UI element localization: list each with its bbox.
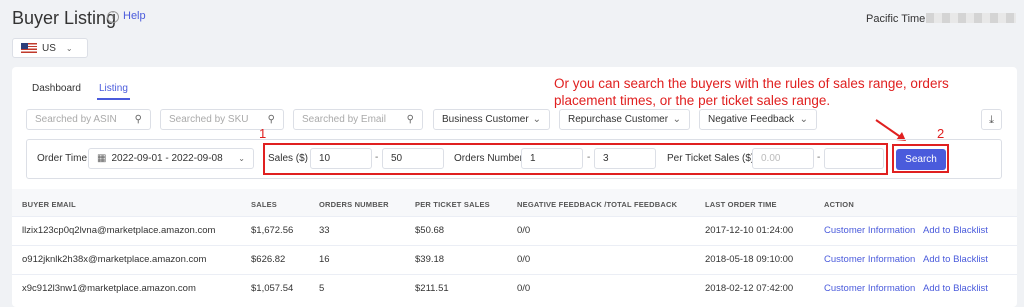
cell-sales: $626.82 bbox=[251, 254, 286, 265]
chevron-down-icon: ⌄ bbox=[799, 114, 808, 125]
negative-feedback-select[interactable]: Negative Feedback ⌄ bbox=[699, 109, 817, 130]
cell-feedback: 0/0 bbox=[517, 254, 531, 265]
search-icon: ⚲ bbox=[406, 114, 414, 125]
email-search-input[interactable]: Searched by Email ⚲ bbox=[293, 109, 423, 130]
business-customer-select[interactable]: Business Customer ⌄ bbox=[433, 109, 550, 130]
annotation-number-1: 1 bbox=[259, 126, 267, 141]
region-select[interactable]: US ⌄ bbox=[12, 38, 88, 58]
add-to-blacklist-link[interactable]: Add to Blacklist bbox=[923, 225, 988, 236]
cell-email: o912jknlk2h38x@marketplace.amazon.com bbox=[22, 254, 207, 265]
cell-email: x9c912l3nw1@marketplace.amazon.com bbox=[22, 283, 196, 294]
cell-orders: 5 bbox=[319, 283, 325, 294]
repurchase-customer-select[interactable]: Repurchase Customer ⌄ bbox=[559, 109, 690, 130]
chevron-down-icon: ⌄ bbox=[672, 114, 681, 125]
row-divider bbox=[12, 245, 1017, 246]
cell-email: llzix123cp0q2lvna@marketplace.amazon.com bbox=[22, 225, 216, 236]
active-tab-indicator bbox=[97, 98, 130, 100]
cell-per-ticket: $211.51 bbox=[415, 283, 449, 294]
info-icon[interactable]: i bbox=[107, 11, 119, 23]
cell-feedback: 0/0 bbox=[517, 283, 531, 294]
row-divider bbox=[12, 216, 1017, 217]
col-orders-number: ORDERS NUMBER bbox=[319, 200, 389, 209]
cell-last-order: 2018-05-18 09:10:00 bbox=[705, 254, 794, 265]
col-action: ACTION bbox=[824, 200, 854, 209]
col-sales: SALES bbox=[251, 200, 278, 209]
search-icon: ⚲ bbox=[267, 114, 275, 125]
order-time-value: 2022-09-01 - 2022-09-08 bbox=[111, 153, 223, 164]
search-icon: ⚲ bbox=[134, 114, 142, 125]
cell-orders: 33 bbox=[319, 225, 330, 236]
customer-information-link[interactable]: Customer Information bbox=[824, 283, 915, 294]
col-negative-feedback: NEGATIVE FEEDBACK /TOTAL FEEDBACK bbox=[517, 200, 678, 209]
help-link[interactable]: Help bbox=[123, 10, 146, 22]
cell-sales: $1,057.54 bbox=[251, 283, 294, 294]
order-time-range-picker[interactable]: ▦ 2022-09-01 - 2022-09-08 ⌄ bbox=[88, 148, 254, 169]
order-time-label: Order Time bbox=[37, 153, 88, 164]
page-title: Buyer Listing bbox=[12, 8, 117, 28]
row-divider bbox=[12, 274, 1017, 275]
chevron-down-icon: ⌄ bbox=[238, 154, 245, 163]
cell-orders: 16 bbox=[319, 254, 330, 265]
customer-information-link[interactable]: Customer Information bbox=[824, 254, 915, 265]
pacific-time-value-redacted bbox=[926, 13, 1016, 23]
chevron-down-icon: ⌄ bbox=[532, 114, 541, 125]
search-button[interactable]: Search bbox=[896, 149, 946, 170]
cell-per-ticket: $50.68 bbox=[415, 225, 445, 236]
chevron-down-icon: ⌄ bbox=[65, 43, 73, 53]
add-to-blacklist-link[interactable]: Add to Blacklist bbox=[923, 254, 988, 265]
add-to-blacklist-link[interactable]: Add to Blacklist bbox=[923, 283, 988, 294]
customer-information-link[interactable]: Customer Information bbox=[824, 225, 915, 236]
cell-last-order: 2017-12-10 01:24:00 bbox=[705, 225, 794, 236]
us-flag-icon bbox=[21, 43, 37, 53]
col-buyer-email: BUYER EMAIL bbox=[22, 200, 76, 209]
col-per-ticket-sales: PER TICKET SALES bbox=[415, 200, 490, 209]
tab-dashboard[interactable]: Dashboard bbox=[32, 83, 81, 94]
download-icon[interactable]: ⤓ bbox=[981, 109, 1002, 130]
pacific-time-label: Pacific Time : bbox=[866, 13, 932, 25]
cell-feedback: 0/0 bbox=[517, 225, 531, 236]
table-header bbox=[12, 189, 1017, 216]
tab-listing[interactable]: Listing bbox=[99, 83, 128, 94]
annotation-box-1 bbox=[263, 143, 888, 175]
calendar-icon: ▦ bbox=[97, 153, 107, 164]
cell-last-order: 2018-02-12 07:42:00 bbox=[705, 283, 794, 294]
cell-per-ticket: $39.18 bbox=[415, 254, 445, 265]
asin-search-input[interactable]: Searched by ASIN ⚲ bbox=[26, 109, 151, 130]
col-last-order-time: LAST ORDER TIME bbox=[705, 200, 777, 209]
annotation-text: Or you can search the buyers with the ru… bbox=[554, 76, 949, 108]
region-value: US bbox=[42, 42, 56, 54]
cell-sales: $1,672.56 bbox=[251, 225, 294, 236]
annotation-number-2: 2 bbox=[937, 126, 945, 141]
